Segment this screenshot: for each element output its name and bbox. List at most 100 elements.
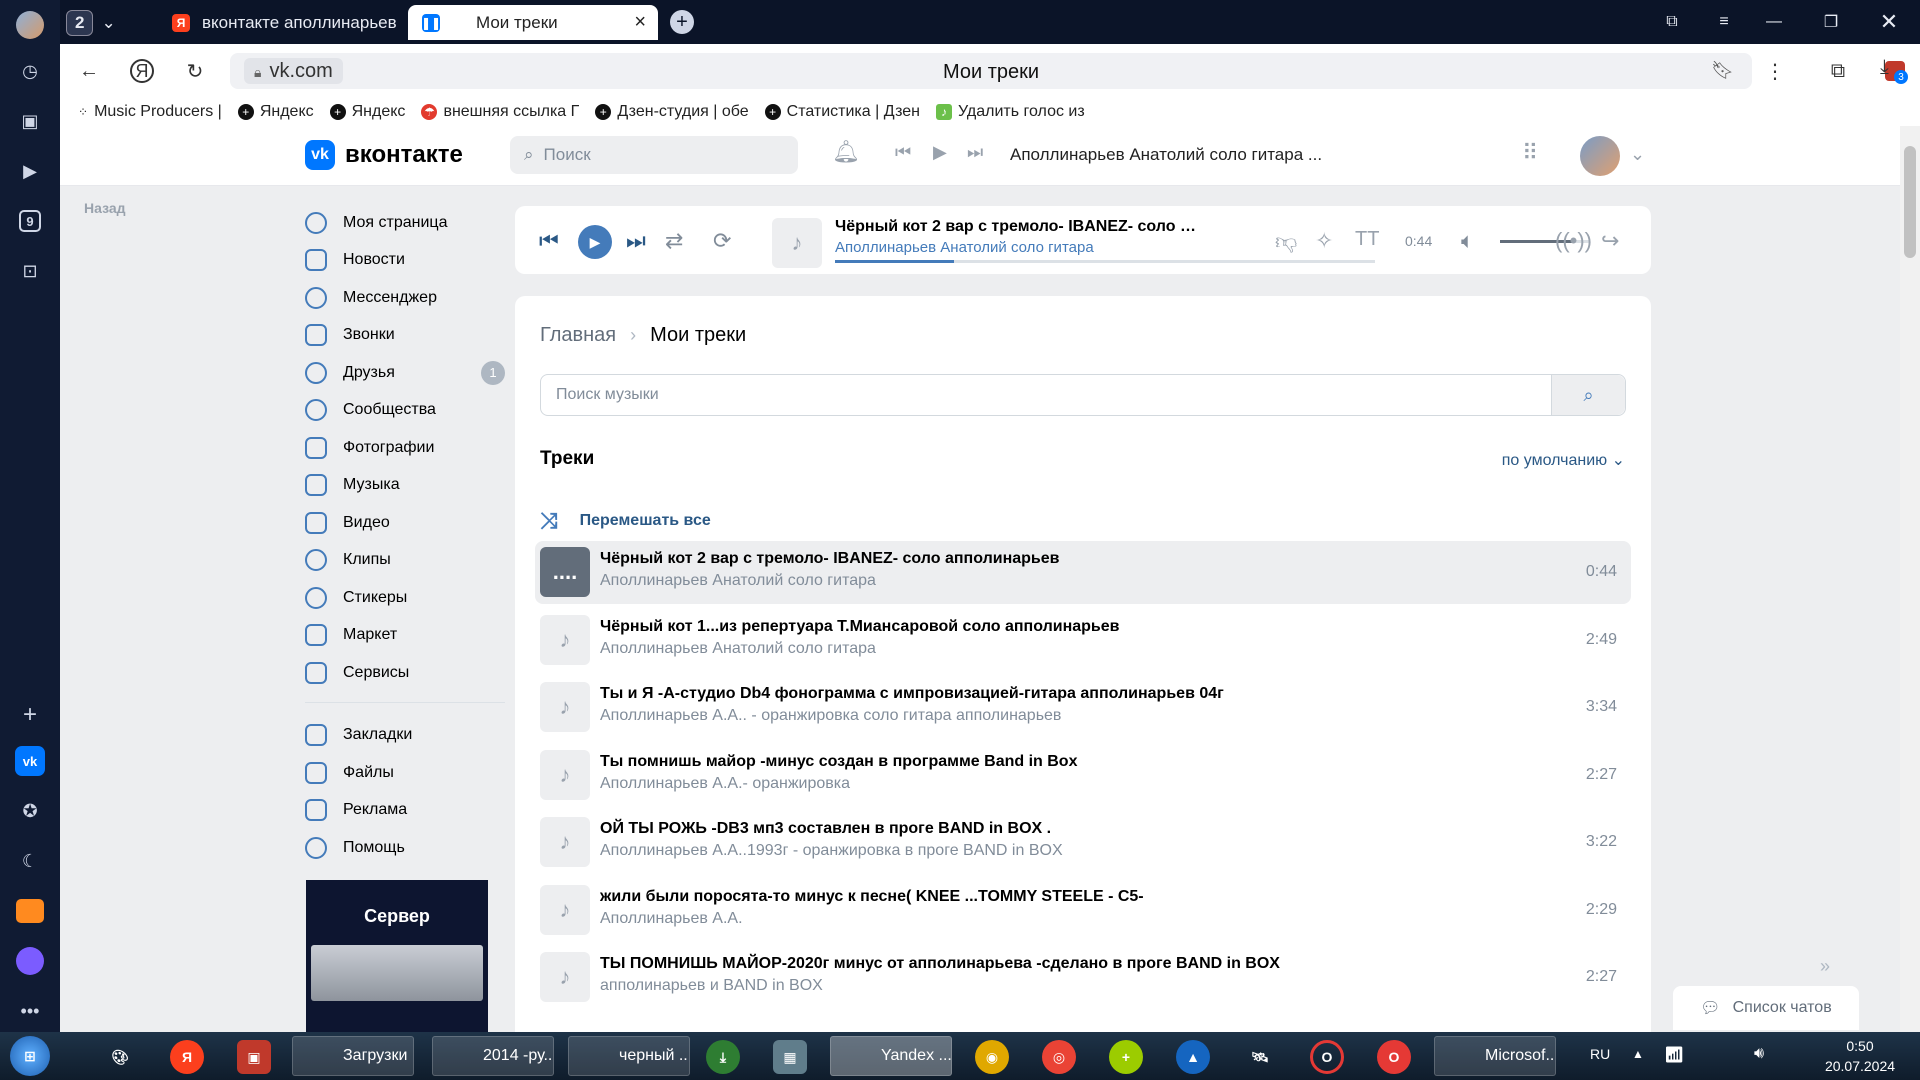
player-app-icon[interactable]: ◉	[975, 1040, 1009, 1074]
vk-logo[interactable]: vk вконтакте	[305, 140, 463, 170]
plus-app-icon[interactable]: +	[1109, 1040, 1143, 1074]
yandex-app-icon[interactable]: Я	[170, 1040, 204, 1074]
add-panel-icon[interactable]: +	[15, 700, 45, 730]
url-box[interactable]: 🔒︎ vk.com Мои треки 🔖︎	[230, 53, 1752, 89]
reader-icon[interactable]: ⧉	[1823, 56, 1853, 86]
tab-manager-icon[interactable]: ⧉	[1658, 8, 1686, 36]
sparkle-icon[interactable]: ✧	[1315, 228, 1333, 254]
taskbar-task-browser[interactable]: 2014 -ру...	[432, 1036, 554, 1076]
clock[interactable]: 0:50 20.07.2024	[1810, 1036, 1910, 1076]
track-artist[interactable]: Аполлинарьев Анатолий соло гитара	[600, 572, 876, 590]
nav-item-market[interactable]: Маркет	[305, 617, 505, 655]
nav-item-music[interactable]: Музыка	[305, 467, 505, 505]
share-icon[interactable]: ↪	[1601, 228, 1619, 254]
mail-app-icon[interactable]	[15, 896, 45, 926]
broadcast-icon[interactable]: ((•))	[1555, 228, 1592, 254]
tray-up-icon[interactable]: ▲	[1632, 1047, 1644, 1061]
breadcrumb-home[interactable]: Главная	[540, 324, 616, 347]
track-row[interactable]: ♪ Ты помнишь майор -минус создан в прогр…	[535, 744, 1631, 807]
close-window-icon[interactable]: ✕	[1875, 8, 1903, 36]
downloads-button[interactable]: ⤓ 3	[1880, 56, 1910, 86]
nav-item-calls[interactable]: Звонки	[305, 317, 505, 355]
alice-assistant-icon[interactable]	[15, 946, 45, 976]
paint-app-icon[interactable]: 🎨︎	[103, 1040, 137, 1074]
avatar[interactable]	[1580, 136, 1620, 176]
nav-item-clips[interactable]: Клипы	[305, 542, 505, 580]
restore-icon[interactable]: ❐	[1817, 8, 1845, 36]
music-note-icon[interactable]: ♪	[540, 817, 590, 867]
more-vert-icon[interactable]: ⋮	[1760, 56, 1790, 86]
page-scrollbar[interactable]	[1900, 126, 1920, 1032]
player-artist[interactable]: Аполлинарьев Анатолий соло гитара	[835, 239, 1094, 256]
expand-chats-icon[interactable]: »	[1820, 956, 1830, 977]
vk-search-input[interactable]: ⌕ Поиск	[510, 136, 798, 174]
nav-item-friends[interactable]: Друзья 1	[305, 354, 505, 392]
prev-track-icon[interactable]: ⏮︎	[539, 228, 559, 254]
track-artist[interactable]: Аполлинарьев Анатолий соло гитара	[600, 640, 876, 658]
taskbar-task-excel[interactable]: Microsof...	[1434, 1036, 1556, 1076]
nav-item-stickers[interactable]: Стикеры	[305, 579, 505, 617]
chat-list-button[interactable]: 💬︎ Список чатов	[1673, 986, 1859, 1030]
tab-vk-search[interactable]: Я вконтакте аполлинарьев	[158, 5, 420, 40]
ad-banner[interactable]: Сервер	[306, 880, 488, 1032]
music-note-icon[interactable]: ♪	[540, 952, 590, 1002]
tab-my-tracks[interactable]: ❚❚ Мои треки ×	[408, 5, 658, 40]
next-track-icon[interactable]: ⏭︎	[967, 142, 983, 163]
lyrics-icon[interactable]: TT	[1355, 228, 1379, 251]
tray-language[interactable]: RU	[1590, 1046, 1610, 1062]
opera-icon[interactable]: O	[1310, 1040, 1344, 1074]
music-search-button[interactable]: ⌕	[1551, 375, 1625, 415]
download-app-icon[interactable]: ⤓	[706, 1040, 740, 1074]
bookmark-yandex-1[interactable]: + Яндекс	[237, 103, 314, 121]
taskbar-task-downloads[interactable]: Загрузки	[292, 1036, 414, 1076]
track-artist[interactable]: Аполлинарьев А.А.. - оранжировка соло ги…	[600, 707, 1061, 725]
night-mode-icon[interactable]: ☾	[15, 846, 45, 876]
bell-icon[interactable]: 🔔︎	[832, 139, 860, 165]
dislike-icon[interactable]: 👎︎	[1275, 228, 1297, 255]
music-search-input[interactable]	[541, 375, 1551, 415]
back-arrow-icon[interactable]: ←	[74, 56, 104, 86]
bookmark-music-producers[interactable]: ⁘ Music Producers |	[78, 103, 222, 121]
sort-dropdown[interactable]: по умолчанию ⌄	[1502, 450, 1625, 470]
scrollbar-thumb[interactable]	[1904, 146, 1916, 258]
new-tab-button[interactable]: +	[670, 10, 694, 34]
track-row[interactable]: ♪ жили были поросята-то минус к песне( K…	[535, 879, 1631, 942]
collections-icon[interactable]: ▣	[15, 106, 45, 136]
nav-item-news[interactable]: Новости	[305, 242, 505, 280]
nav-item-bookmarks[interactable]: Закладки	[305, 717, 505, 755]
header-now-playing[interactable]: Аполлинарьев Анатолий соло гитара ...	[1010, 145, 1322, 165]
network-icon[interactable]: 📶︎	[1664, 1045, 1684, 1065]
track-row[interactable]: ♪ Ты и Я -А-студио Db4 фонограмма с импр…	[535, 676, 1631, 739]
music-note-icon[interactable]: ♪	[540, 884, 590, 935]
track-row[interactable]: ♪ Чёрный кот 1...из репертуара Т.Миансар…	[535, 609, 1631, 672]
taskbar-task-yandex[interactable]: Yandex ...	[830, 1036, 952, 1076]
app-icon[interactable]: ▲	[1176, 1040, 1210, 1074]
start-button[interactable]: ⊞	[10, 1036, 50, 1076]
chevron-down-icon[interactable]: ⌄	[1630, 144, 1645, 165]
music-note-icon[interactable]: ♪	[540, 749, 590, 800]
nav-item-help[interactable]: Помощь	[305, 829, 505, 867]
volume-icon[interactable]: 🔈︎	[1461, 228, 1474, 254]
track-artist[interactable]: Аполлинарьев А.А.- оранжировка	[600, 775, 850, 793]
music-note-icon[interactable]: ♪	[540, 614, 590, 665]
track-artist[interactable]: Аполлинарьев А.А.	[600, 910, 743, 928]
track-row[interactable]: ♪ ОЙ ТЫ РОЖЬ -DB3 мп3 составлен в проге …	[535, 811, 1631, 874]
bookmark-yandex-2[interactable]: + Яндекс	[329, 103, 405, 121]
video-play-icon[interactable]: ▶	[15, 156, 45, 186]
history-icon[interactable]: ◷	[15, 56, 45, 86]
taskbar-task-folder[interactable]: черный ...	[568, 1036, 690, 1076]
profile-avatar-icon[interactable]	[15, 10, 45, 40]
nav-item-photos[interactable]: Фотографии	[305, 429, 505, 467]
reload-icon[interactable]: ↻	[180, 56, 210, 86]
bookmark-statistics[interactable]: + Статистика | Дзен	[764, 103, 920, 121]
nav-item-messenger[interactable]: Мессенджер	[305, 279, 505, 317]
next-track-icon[interactable]: ⏭︎	[626, 228, 646, 254]
nav-item-services[interactable]: Сервисы	[305, 654, 505, 692]
track-row[interactable]: .... Чёрный кот 2 вар с тремоло- IBANEZ-…	[535, 541, 1631, 604]
vk-app-icon[interactable]: vk	[15, 746, 45, 776]
minimize-icon[interactable]: —	[1760, 8, 1788, 36]
nav-item-my-page[interactable]: Моя страница	[305, 204, 505, 242]
track-artist[interactable]: апполинарьев и BAND in BOX	[600, 977, 823, 995]
track-row[interactable]: ♪ ТЫ ПОМНИШЬ МАЙОР-2020г минус от апполи…	[535, 946, 1631, 1009]
chrome-icon[interactable]: ◎	[1042, 1040, 1076, 1074]
